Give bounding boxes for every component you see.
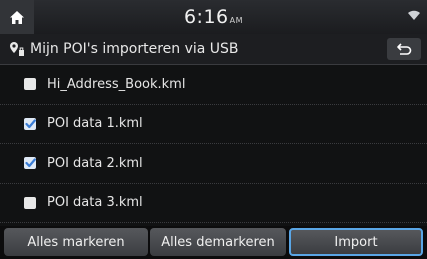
file-name: POI data 2.kml: [47, 155, 143, 171]
list-item[interactable]: POI data 2.kml: [0, 144, 427, 184]
checkbox[interactable]: [24, 78, 36, 91]
unmark-all-button[interactable]: Alles demarkeren: [150, 228, 286, 256]
checkbox[interactable]: [24, 196, 36, 209]
bottom-button-bar: Alles markeren Alles demarkeren Import: [0, 226, 427, 259]
clock: 6:16AM: [0, 6, 427, 28]
wifi-icon: [408, 10, 420, 20]
list-item[interactable]: Hi_Address_Book.kml: [0, 65, 427, 105]
import-button[interactable]: Import: [289, 228, 423, 256]
status-bar: 6:16AM: [0, 0, 427, 34]
file-name: POI data 1.kml: [47, 116, 143, 132]
back-button[interactable]: [387, 38, 421, 60]
file-list: Hi_Address_Book.kml POI data 1.kml POI d…: [0, 65, 427, 223]
file-name: Hi_Address_Book.kml: [47, 76, 186, 92]
list-item[interactable]: POI data 1.kml: [0, 105, 427, 144]
poi-usb-icon: [8, 41, 26, 57]
page-title: Mijn POI's importeren via USB: [30, 41, 239, 57]
clock-time: 6:16: [183, 6, 229, 28]
checkbox[interactable]: [24, 117, 36, 130]
file-name: POI data 3.kml: [47, 195, 143, 211]
mark-all-button[interactable]: Alles markeren: [4, 228, 148, 256]
check-icon: [24, 119, 36, 128]
back-arrow-icon: [397, 43, 412, 55]
check-icon: [24, 158, 36, 168]
title-bar: Mijn POI's importeren via USB: [0, 34, 427, 65]
list-item[interactable]: POI data 3.kml: [0, 184, 427, 223]
checkbox[interactable]: [24, 157, 36, 170]
clock-ampm: AM: [229, 16, 244, 25]
